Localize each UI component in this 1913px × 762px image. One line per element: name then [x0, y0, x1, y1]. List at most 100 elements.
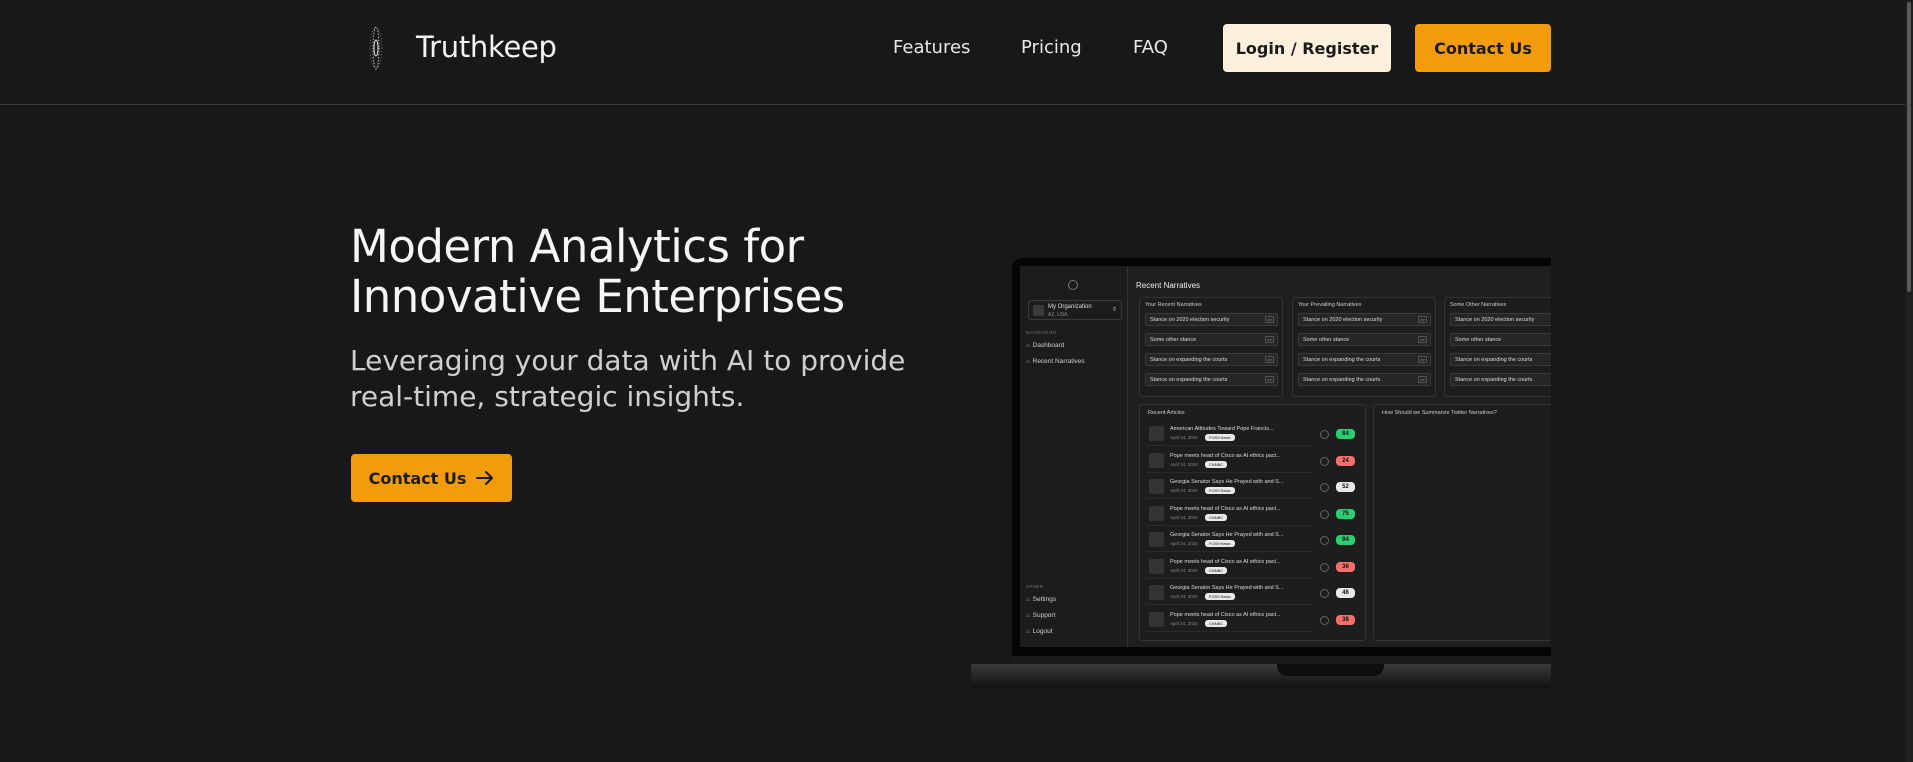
- brand-name[interactable]: Truthkeep: [416, 30, 557, 64]
- stance-label: Stance on 2020 election security: [1455, 317, 1535, 323]
- status-circle-icon: [1320, 456, 1329, 466]
- article-title: Pope meets head of Cisco as AI ethics pa…: [1170, 611, 1281, 618]
- nav-pricing-link[interactable]: Pricing: [1021, 37, 1082, 58]
- contact-us-hero-button[interactable]: Contact Us: [351, 454, 512, 502]
- dashboard-logo-icon: [1068, 280, 1078, 290]
- contact-us-header-button[interactable]: Contact Us: [1415, 24, 1551, 72]
- stance-item: Some other stance >>: [1298, 333, 1431, 346]
- article-thumbnail: [1149, 426, 1164, 441]
- status-circle-icon: [1320, 589, 1329, 598]
- hero-title-line-1: Modern Analytics for: [350, 220, 804, 273]
- stance-item: Stance on 2020 election security >>: [1145, 313, 1278, 326]
- logo-icon[interactable]: [365, 24, 387, 72]
- stance-item: Some other stance >>: [1145, 333, 1278, 346]
- article-title: Georgia Senator Says He Prayed with and …: [1170, 585, 1284, 591]
- article-date: April 24, 2024: [1170, 488, 1198, 493]
- article-thumbnail: [1149, 585, 1164, 600]
- article-source-tag: FOX9 News: [1205, 434, 1235, 441]
- article-title: American Attitudes Toward Pope Francis..…: [1170, 426, 1274, 432]
- chevron-updown-icon: ⇕: [1111, 307, 1117, 313]
- home-icon: ⌂: [1026, 343, 1030, 349]
- nav-features-link[interactable]: Features: [893, 37, 970, 58]
- narrative-card: Your Prevailing Narratives Stance on 202…: [1292, 297, 1436, 397]
- org-name: My Organization: [1048, 304, 1092, 310]
- support-nav-item: ⌂ Support: [1026, 612, 1055, 619]
- article-thumbnail: [1149, 452, 1164, 468]
- page-scrollbar[interactable]: [1905, 0, 1913, 762]
- expand-icon: >>: [1265, 316, 1274, 323]
- article-row: Pope meets head of Cisco as AI ethics pa…: [1146, 555, 1361, 579]
- article-title: Pope meets head of Cisco as AI ethics pa…: [1170, 505, 1281, 512]
- nav-section-label: NAVIGATION: [1026, 330, 1057, 335]
- status-circle-icon: [1320, 562, 1329, 572]
- article-date: April 24, 2024: [1170, 435, 1198, 440]
- stance-item: Stance on 2020 election security >>: [1298, 313, 1431, 326]
- scrollbar-thumb[interactable]: [1907, 2, 1911, 292]
- article-row: Georgia Senator Says He Prayed with and …: [1146, 528, 1361, 552]
- stance-label: Stance on expanding the courts: [1455, 377, 1533, 383]
- article-thumbnail: [1149, 611, 1164, 627]
- article-title: Pope meets head of Cisco as AI ethics pa…: [1170, 558, 1281, 565]
- summary-card: How Should we Summarize Twitter Narrativ…: [1373, 404, 1551, 641]
- status-circle-icon: [1320, 536, 1329, 545]
- login-register-button[interactable]: Login / Register: [1223, 24, 1391, 72]
- status-circle-icon: [1320, 615, 1329, 625]
- recent-narratives-title: Recent Narratives: [1136, 281, 1201, 290]
- article-source-tag: CNNBC: [1205, 460, 1228, 468]
- expand-icon: >>: [1265, 336, 1274, 343]
- stance-label: Stance on expanding the courts: [1303, 377, 1381, 383]
- dashboard-preview: My Organization AZ, USA ⇕ NAVIGATION ⌂ Da…: [1020, 266, 1551, 647]
- stance-label: Stance on expanding the courts: [1303, 357, 1381, 363]
- org-selector: My Organization AZ, USA ⇕: [1028, 300, 1122, 320]
- article-thumbnail: [1149, 532, 1164, 547]
- article-title: Georgia Senator Says He Prayed with and …: [1170, 532, 1284, 538]
- status-circle-icon: [1320, 483, 1329, 492]
- narrative-card: Your Recent Narratives Stance on 2020 el…: [1139, 297, 1283, 397]
- stance-item: Stance on expanding the courts >>: [1145, 353, 1278, 366]
- article-title: Georgia Senator Says He Prayed with and …: [1170, 479, 1284, 485]
- laptop-notch: [1277, 664, 1384, 676]
- article-source-tag: CNNBC: [1205, 513, 1228, 521]
- status-circle-icon: [1320, 509, 1329, 519]
- nav-faq-link[interactable]: FAQ: [1133, 37, 1168, 58]
- home-icon: ⌂: [1026, 597, 1030, 603]
- expand-icon: >>: [1265, 376, 1274, 383]
- article-source-tag: CNNBC: [1205, 619, 1228, 627]
- article-row: Pope meets head of Cisco as AI ethics pa…: [1146, 502, 1361, 526]
- recent-articles-title: Recent Articles: [1148, 410, 1185, 416]
- stance-label: Stance on 2020 election security: [1303, 317, 1383, 323]
- article-score-badge: 38: [1336, 614, 1355, 625]
- stance-label: Stance on expanding the courts: [1150, 357, 1228, 363]
- hero-subtitle-line-1: Leveraging your data with AI to provide: [350, 344, 906, 377]
- summary-card-title: How Should we Summarize Twitter Narrativ…: [1382, 410, 1497, 416]
- laptop-lip: [1012, 656, 1551, 664]
- hero-title-line-2: Innovative Enterprises: [350, 270, 845, 323]
- article-source-tag: FOX9 News: [1205, 540, 1235, 547]
- org-avatar: [1033, 305, 1044, 316]
- narrative-card-title: Your Prevailing Narratives: [1298, 302, 1362, 308]
- arrow-right-icon: [476, 471, 494, 485]
- expand-icon: >>: [1418, 336, 1427, 343]
- narrative-card-title: Your Recent Narratives: [1145, 302, 1202, 308]
- article-row: Pope meets head of Cisco as AI ethics pa…: [1146, 608, 1361, 632]
- article-score-badge: 75: [1336, 508, 1355, 519]
- expand-icon: >>: [1418, 356, 1427, 363]
- article-score-badge: 46: [1336, 588, 1355, 598]
- article-source-tag: FOX9 News: [1205, 593, 1235, 600]
- stance-item: Stance on expanding the courts >>: [1298, 353, 1431, 366]
- hero-subtitle-line-2: real-time, strategic insights.: [350, 380, 745, 413]
- other-section-label: OTHER: [1026, 584, 1044, 589]
- settings-nav-label: Settings: [1032, 596, 1057, 603]
- stance-item: Stance on expanding the courts: [1450, 373, 1551, 386]
- site-header: Truthkeep Features Pricing FAQ Login / R…: [0, 0, 1913, 105]
- stance-label: Some other stance: [1455, 337, 1502, 343]
- logout-nav-label: Logout: [1032, 628, 1053, 635]
- stance-item: Stance on expanding the courts >>: [1298, 373, 1431, 386]
- expand-icon: >>: [1418, 316, 1427, 323]
- article-date: April 24, 2024: [1170, 514, 1198, 520]
- support-nav-label: Support: [1032, 612, 1056, 619]
- article-row: Georgia Senator Says He Prayed with and …: [1146, 581, 1361, 605]
- logout-nav-item: ⌂ Logout: [1026, 628, 1053, 635]
- status-circle-icon: [1320, 430, 1329, 439]
- home-icon: ⌂: [1026, 613, 1030, 619]
